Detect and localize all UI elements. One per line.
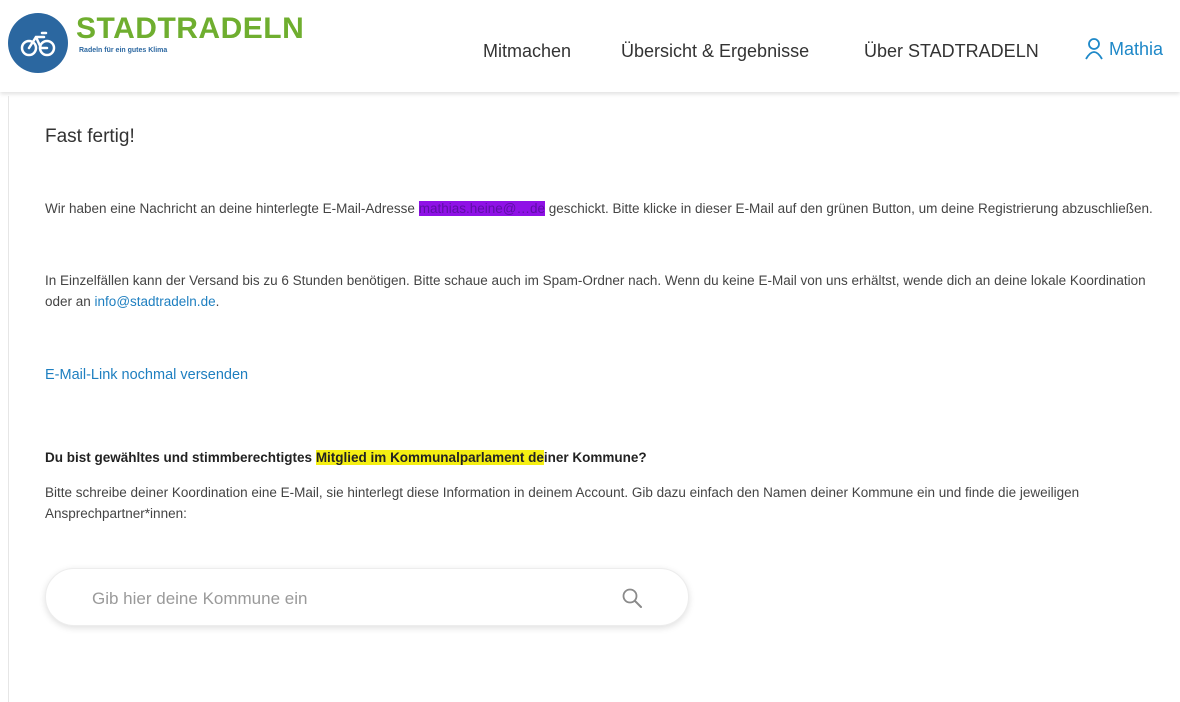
council-member-question: Du bist gewähltes und stimmberechtigtes … [45,447,1165,468]
text-segment: Wir haben eine Nachricht an deine hinter… [45,201,419,216]
nav-user-account[interactable]: Mathia [1084,37,1163,61]
text-segment: iner Kommune? [543,450,647,465]
support-email-link[interactable]: info@stadtradeln.de [95,294,216,309]
logo-bicycle-icon[interactable] [8,13,68,73]
coordination-info-text: Bitte schreibe deiner Koordination eine … [45,485,1080,521]
nav-item-ueber-stadtradeln[interactable]: Über STADTRADELN [864,40,1039,62]
content-divider [8,96,9,702]
text-segment: . [215,294,220,309]
highlighted-text: Mitglied im Kommunalparlament de [315,450,544,465]
redacted-email: mathias.heine@…de [418,201,545,216]
brand-name[interactable]: STADTRADELN [76,14,304,44]
nav-item-mitmachen[interactable]: Mitmachen [483,40,571,62]
municipality-search-box [45,568,689,626]
site-header: STADTRADELN Radeln für ein gutes Klima M… [0,0,1180,92]
text-segment: geschickt. Bitte klicke in dieser E-Mail… [544,201,1153,216]
info-paragraph-spam: In Einzelfällen kann der Versand bis zu … [45,270,1165,312]
nav-user-label: Mathia [1109,39,1164,59]
municipality-search-input[interactable] [90,585,574,613]
page-title: Fast fertig! [45,126,135,147]
bicycle-icon [20,31,56,57]
user-icon [1085,38,1103,60]
brand-tagline: Radeln für ein gutes Klima [79,47,168,54]
text-segment: Du bist gewähltes und stimmberechtigtes [45,450,316,465]
info-paragraph-email: Wir haben eine Nachricht an deine hinter… [45,198,1165,219]
search-icon[interactable] [620,586,644,610]
nav-item-uebersicht-ergebnisse[interactable]: Übersicht & Ergebnisse [621,40,809,62]
resend-email-link[interactable]: E-Mail-Link nochmal versenden [45,365,1165,386]
